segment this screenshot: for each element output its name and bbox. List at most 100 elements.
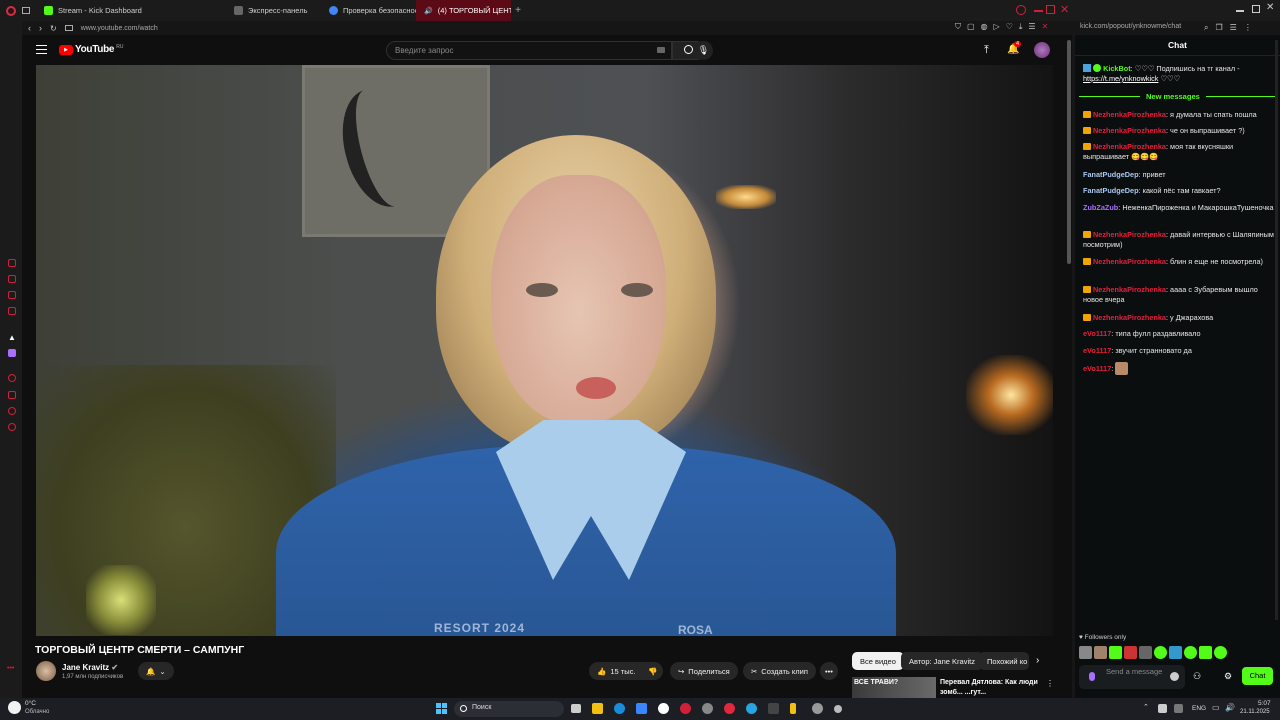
channel-avatar[interactable]	[36, 661, 56, 681]
chat-send-button[interactable]: Chat	[1242, 667, 1273, 685]
back-icon[interactable]: ‹	[28, 23, 31, 33]
monitor-icon[interactable]: ▭	[1212, 703, 1220, 712]
tray-app-icon[interactable]	[1158, 704, 1167, 713]
edge-icon[interactable]	[614, 703, 625, 714]
voice-search-button[interactable]: 🎙	[694, 41, 713, 60]
task-view-icon[interactable]	[571, 704, 581, 713]
like-button[interactable]: 👍 15 тыс.	[589, 662, 644, 680]
copy-icon[interactable]: ❐	[1215, 23, 1222, 33]
minimize-icon[interactable]	[1034, 10, 1043, 12]
chevron-right-icon[interactable]: ›	[1036, 655, 1039, 666]
tray-chevron-icon[interactable]: ⌃	[1143, 703, 1149, 711]
windows-start-icon[interactable]	[436, 703, 447, 714]
reload-icon[interactable]: ↻	[50, 24, 57, 33]
youtube-logo[interactable]: ▶ YouTube RU	[59, 44, 123, 55]
hamburger-icon[interactable]	[36, 45, 47, 54]
language-indicator[interactable]: ENG	[1192, 705, 1206, 712]
chip-similar[interactable]: Похожий ко	[979, 652, 1029, 670]
chat-scrollbar[interactable]	[1275, 40, 1278, 620]
popout-minimize-icon[interactable]	[1236, 10, 1244, 12]
weather-icon[interactable]	[8, 701, 21, 714]
page-scrollbar[interactable]	[1067, 40, 1071, 264]
chip-all-videos[interactable]: Все видео	[852, 652, 904, 670]
close-icon[interactable]: ✕	[1060, 3, 1069, 16]
telegram-taskbar-icon[interactable]	[746, 703, 757, 714]
channel-name[interactable]: Jane Kravitz ✔	[62, 663, 118, 672]
telegram-icon[interactable]	[8, 291, 16, 299]
shield-icon[interactable]: ⛉	[955, 22, 961, 34]
suggested-thumbnail[interactable]: ВСЕ ТРАВИ?	[852, 677, 936, 699]
clip-button[interactable]: ✂ Создать клип	[743, 662, 816, 680]
url-field[interactable]: www.youtube.com/watch	[81, 25, 158, 32]
obs-icon[interactable]	[834, 705, 842, 713]
new-tab-button[interactable]: +	[511, 5, 525, 16]
tab-kick-dashboard[interactable]: Stream - Kick Dashboard	[36, 0, 226, 21]
snapshot-icon[interactable]: ▢	[967, 22, 975, 34]
heart-icon[interactable]: ♡	[1006, 22, 1013, 34]
yandex-icon[interactable]	[658, 703, 669, 714]
site-info-icon[interactable]	[64, 25, 73, 31]
music-icon[interactable]	[680, 703, 691, 714]
more-actions-button[interactable]: •••	[820, 662, 838, 680]
taskbar-search[interactable]: Поиск	[454, 701, 564, 717]
clock-icon[interactable]	[8, 374, 16, 382]
tray-app2-icon[interactable]	[1174, 704, 1183, 713]
mic-icon[interactable]	[1089, 672, 1095, 681]
terminal-icon[interactable]	[768, 703, 779, 714]
play-icon[interactable]: ▷	[994, 22, 1000, 34]
opera-icon[interactable]	[724, 703, 735, 714]
store-icon[interactable]	[636, 703, 647, 714]
emoji-icon[interactable]	[1170, 672, 1179, 681]
emote-3-icon[interactable]	[1109, 646, 1122, 659]
dot-menu-icon[interactable]: ⋮	[1244, 23, 1252, 33]
share-button[interactable]: ↪ Поделиться	[670, 662, 738, 680]
emote-5-icon[interactable]	[1139, 646, 1152, 659]
chrome-icon[interactable]	[702, 703, 713, 714]
history-icon[interactable]	[8, 259, 16, 267]
search-input[interactable]: Введите запрос	[386, 41, 672, 60]
users-icon[interactable]: ⚇	[1193, 671, 1201, 682]
emote-1-icon[interactable]	[1079, 646, 1092, 659]
tab-security-check[interactable]: Проверка безопасности	[321, 0, 416, 21]
search-tabs-icon[interactable]	[1016, 5, 1026, 15]
popout-close-icon[interactable]: ✕	[1266, 2, 1274, 13]
emote-9-icon[interactable]	[1199, 646, 1212, 659]
instagram-icon[interactable]	[8, 307, 16, 315]
clock-date[interactable]: 21.11.2025	[1240, 709, 1270, 715]
tab-speed-dial[interactable]: Экспресс-панель	[226, 0, 321, 21]
tab-menu-icon[interactable]	[22, 0, 36, 21]
easy-setup-icon[interactable]: ☰	[1028, 22, 1035, 34]
forward-icon[interactable]: ›	[39, 23, 42, 33]
twitch-icon[interactable]	[8, 349, 16, 357]
tab-close-icon[interactable]: ✕	[1042, 22, 1049, 34]
tab-youtube-active[interactable]: 🔊 (4) ТОРГОВЫЙ ЦЕНТ	[416, 0, 511, 21]
emote-7-icon[interactable]	[1169, 646, 1182, 659]
menu-icon[interactable]: ☰	[1230, 23, 1237, 33]
subscribe-bell-button[interactable]: 🔔 ⌄	[138, 662, 174, 680]
video-player[interactable]: RESORT 2024 ROSA	[36, 65, 1053, 636]
opera-logo[interactable]	[0, 0, 22, 21]
suggestion-menu-icon[interactable]: ⋮	[1046, 679, 1054, 688]
chat-bubble-icon[interactable]	[8, 407, 16, 415]
app-yellow-icon[interactable]	[790, 703, 796, 714]
avatar[interactable]	[1034, 42, 1050, 58]
emote-4-icon[interactable]	[1124, 646, 1137, 659]
tiktok-icon[interactable]: ▲	[8, 333, 16, 342]
clock-time[interactable]: 5:07	[1258, 700, 1271, 707]
suggested-title-line2[interactable]: зомб... ...гут...	[940, 689, 1040, 698]
download-icon[interactable]: ⤓	[1019, 22, 1023, 34]
settings-gear-icon[interactable]: ⚙	[1224, 671, 1232, 682]
volume-icon[interactable]: 🔊	[1225, 703, 1235, 712]
more-icon[interactable]: •••	[7, 665, 14, 672]
upload-icon[interactable]: ⤒	[984, 44, 989, 57]
emote-6-icon[interactable]	[1154, 646, 1167, 659]
telegram-link[interactable]: https://t.me/ynknowkick	[1083, 74, 1158, 83]
keyboard-icon[interactable]	[657, 47, 665, 53]
popout-maximize-icon[interactable]	[1252, 5, 1260, 13]
emote-10-icon[interactable]	[1214, 646, 1227, 659]
maximize-icon[interactable]	[1046, 5, 1055, 14]
file-explorer-icon[interactable]	[592, 703, 603, 714]
emote-8-icon[interactable]	[1184, 646, 1197, 659]
gear-taskbar-icon[interactable]	[812, 703, 823, 714]
wallet-icon[interactable]	[8, 391, 16, 399]
